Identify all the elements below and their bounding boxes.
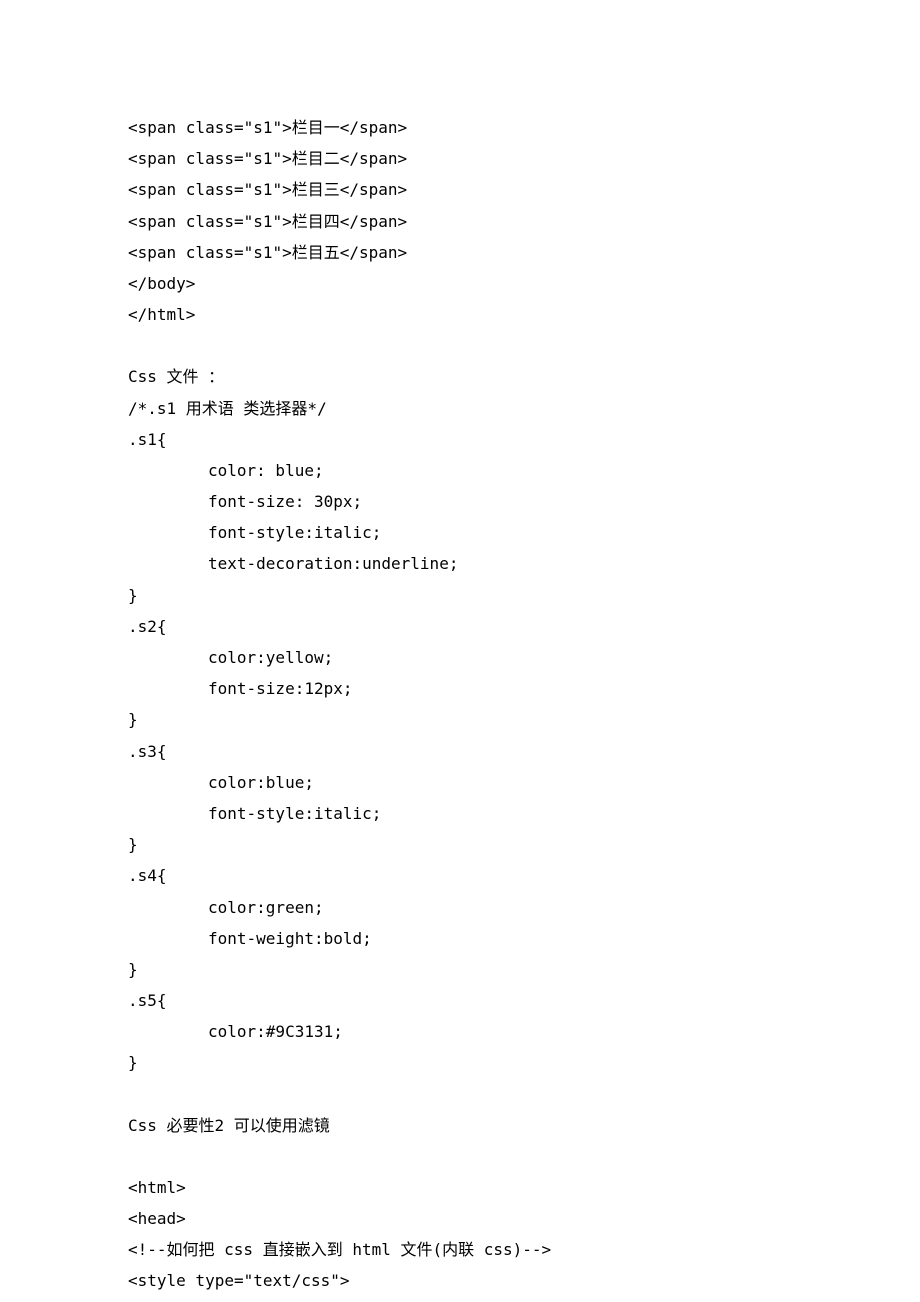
code-line: text-decoration:underline;	[128, 548, 788, 579]
code-line: }	[128, 580, 788, 611]
code-line: }	[128, 704, 788, 735]
code-line: <!--如何把 css 直接嵌入到 html 文件(内联 css)-->	[128, 1234, 788, 1265]
blank-line	[128, 1079, 788, 1110]
code-line: font-weight:bold;	[128, 923, 788, 954]
text-line: Css 文件 ：	[128, 361, 788, 392]
code-line: .s2{	[128, 611, 788, 642]
code-line: <style type="text/css">	[128, 1265, 788, 1296]
code-line: color:yellow;	[128, 642, 788, 673]
code-line: font-style:italic;	[128, 517, 788, 548]
code-line: <span class="s1">栏目二</span>	[128, 143, 788, 174]
code-line: </body>	[128, 268, 788, 299]
code-line: <span class="s1">栏目一</span>	[128, 112, 788, 143]
code-line: font-size: 30px;	[128, 486, 788, 517]
code-line: }	[128, 829, 788, 860]
code-line: font-size:12px;	[128, 673, 788, 704]
document-page: <span class="s1">栏目一</span> <span class=…	[0, 0, 788, 1297]
blank-line	[128, 1141, 788, 1172]
code-line: <head>	[128, 1203, 788, 1234]
code-line: color:#9C3131;	[128, 1016, 788, 1047]
code-line: <html>	[128, 1172, 788, 1203]
code-line: .s5{	[128, 985, 788, 1016]
code-line: color: blue;	[128, 455, 788, 486]
code-line: .s1{	[128, 424, 788, 455]
blank-line	[128, 330, 788, 361]
code-line: <span class="s1">栏目四</span>	[128, 206, 788, 237]
code-line: color:green;	[128, 892, 788, 923]
code-line: .s3{	[128, 736, 788, 767]
code-line: <span class="s1">栏目五</span>	[128, 237, 788, 268]
code-line: .s4{	[128, 860, 788, 891]
code-line: font-style:italic;	[128, 798, 788, 829]
code-line: color:blue;	[128, 767, 788, 798]
code-line: }	[128, 954, 788, 985]
text-line: Css 必要性2 可以使用滤镜	[128, 1110, 788, 1141]
code-line: <span class="s1">栏目三</span>	[128, 174, 788, 205]
code-line: /*.s1 用术语 类选择器*/	[128, 393, 788, 424]
code-line: }	[128, 1047, 788, 1078]
code-line: </html>	[128, 299, 788, 330]
